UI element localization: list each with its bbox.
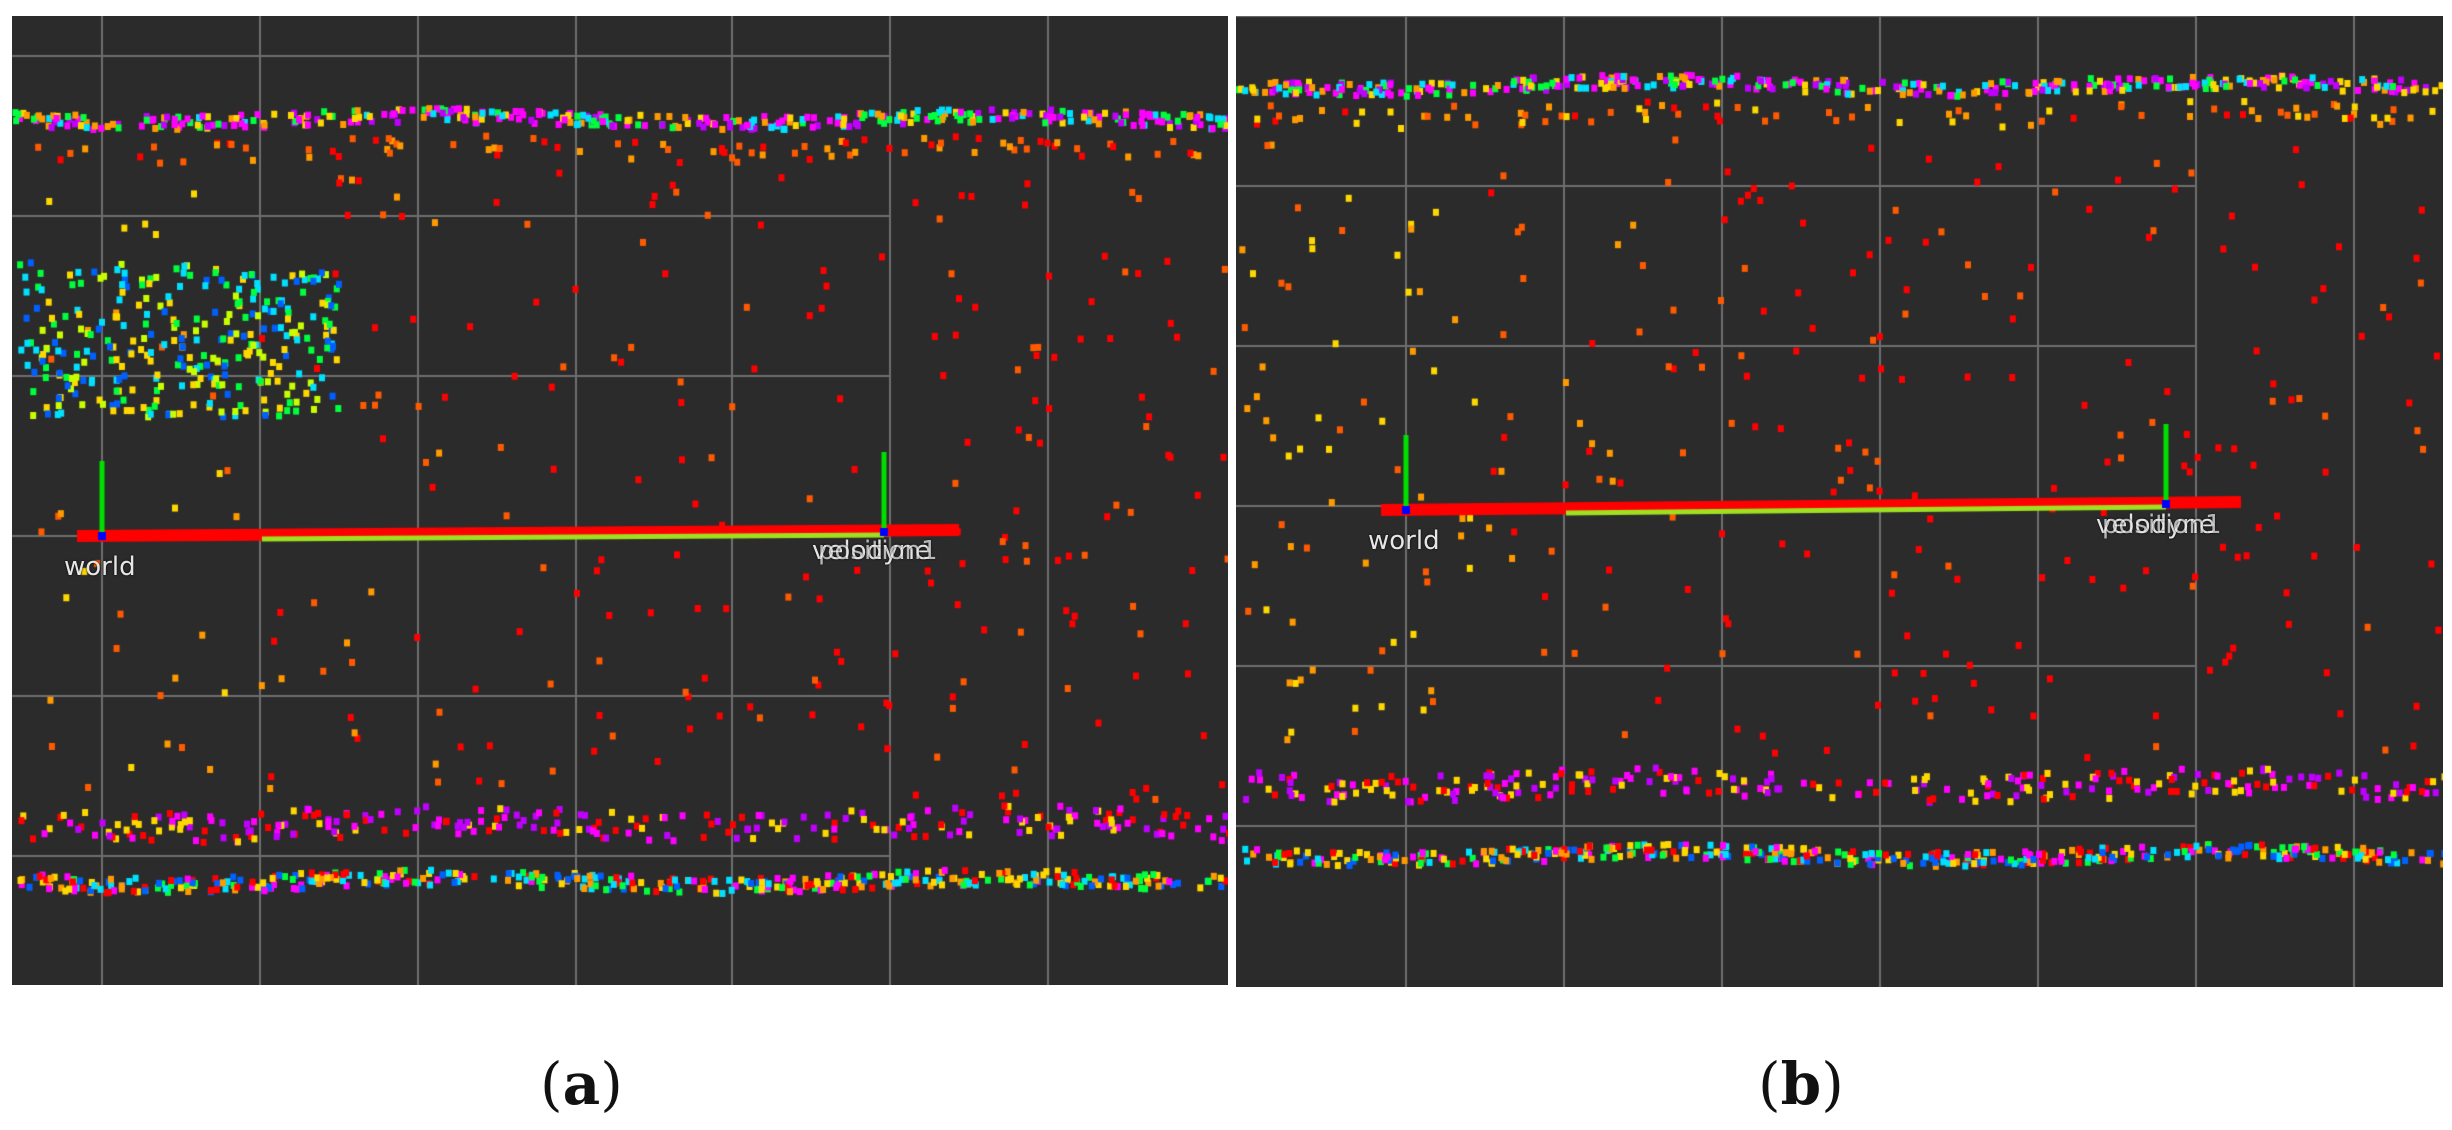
rviz-viewport-b[interactable]: world velodyne position1	[1236, 16, 2443, 987]
frame-label-world: world	[1368, 526, 1440, 556]
rviz-viewport-a[interactable]: world velodyne position1	[12, 16, 1228, 985]
frame-label-position: position1	[2102, 510, 2222, 540]
point-cloud-canvas-a[interactable]	[12, 16, 1228, 985]
caption-a: (a)	[540, 1050, 623, 1118]
caption-letter-b: b	[1780, 1050, 1822, 1118]
caption-letter-a: a	[562, 1050, 601, 1118]
caption-b: (b)	[1758, 1050, 1844, 1118]
frame-label-position: position1	[818, 536, 938, 566]
frame-label-world: world	[64, 552, 136, 582]
point-cloud-canvas-b[interactable]	[1236, 16, 2443, 987]
